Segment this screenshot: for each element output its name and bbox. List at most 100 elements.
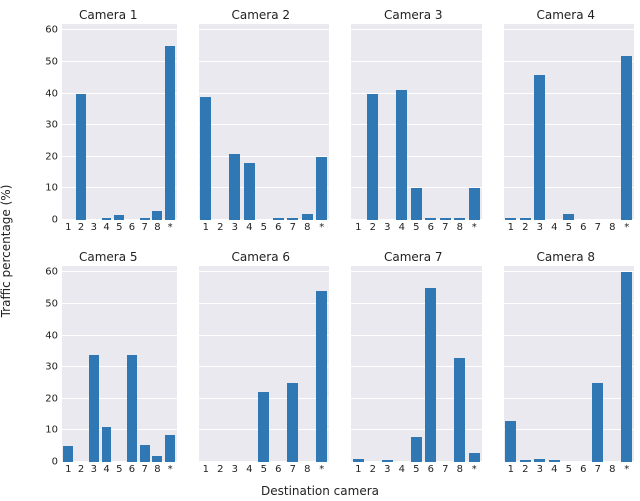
- xtick-row: 12345678*: [498, 462, 635, 478]
- xtick-label: 6: [580, 464, 586, 475]
- xtick-label: 8: [457, 464, 463, 475]
- panel-title: Camera 3: [345, 8, 482, 22]
- panel-camera-3: Camera 3 12345678*: [345, 8, 482, 236]
- xtick-label: 2: [78, 222, 84, 233]
- xtick-label: 7: [142, 222, 148, 233]
- panel-title: Camera 6: [193, 250, 330, 264]
- bar: [469, 188, 480, 220]
- xtick-label: 5: [116, 464, 122, 475]
- xtick-label: *: [472, 222, 477, 233]
- xtick-label: 3: [232, 222, 238, 233]
- xtick-label: *: [319, 464, 324, 475]
- ytick-label: 60: [45, 267, 58, 278]
- xticks: 12345678*: [504, 220, 635, 236]
- ytick-label: 10: [45, 425, 58, 436]
- xtick-label: 7: [595, 222, 601, 233]
- bars: [62, 266, 177, 462]
- xtick-row: 12345678*: [498, 220, 635, 236]
- xtick-label: 7: [290, 222, 296, 233]
- bar: [140, 445, 150, 462]
- xtick-label: 2: [522, 464, 528, 475]
- xticks: 12345678*: [199, 462, 330, 478]
- xtick-label: 8: [609, 464, 615, 475]
- xtick-label: 6: [275, 464, 281, 475]
- axes: 0102030405060: [40, 266, 177, 462]
- xtick-label: 2: [370, 222, 376, 233]
- bar: [89, 355, 99, 462]
- xticks: 12345678*: [351, 462, 482, 478]
- panel-grid: Camera 1010203040506012345678*Camera 212…: [40, 8, 634, 478]
- xtick-label: 6: [428, 222, 434, 233]
- xtick-label: *: [168, 222, 173, 233]
- bars: [199, 24, 330, 220]
- xtick-label: 4: [246, 464, 252, 475]
- panel-title: Camera 8: [498, 250, 635, 264]
- axes: [345, 24, 482, 220]
- xtick-label: 2: [217, 464, 223, 475]
- xtick-label: 4: [399, 222, 405, 233]
- xtick-label: 1: [355, 464, 361, 475]
- bar: [316, 157, 327, 220]
- bar: [258, 392, 269, 462]
- xtick-label: *: [472, 464, 477, 475]
- xtick-row: 12345678*: [345, 462, 482, 478]
- xtick-label: 4: [399, 464, 405, 475]
- xtick-label: 6: [580, 222, 586, 233]
- bar: [411, 188, 422, 220]
- xtick-label: 2: [370, 464, 376, 475]
- panel-camera-8: Camera 8 12345678*: [498, 250, 635, 478]
- xticks: 12345678*: [199, 220, 330, 236]
- xtick-label: *: [168, 464, 173, 475]
- ytick-label: 60: [45, 25, 58, 36]
- xtick-label: 3: [537, 222, 543, 233]
- bar: [621, 272, 632, 462]
- plot-area: [351, 266, 482, 462]
- ytick-label: 20: [45, 151, 58, 162]
- xtick-label: 6: [275, 222, 281, 233]
- bar: [287, 383, 298, 462]
- xtick-label: 5: [413, 464, 419, 475]
- xtick-row: 12345678*: [40, 220, 177, 236]
- xtick-label: 7: [442, 222, 448, 233]
- axes: [193, 266, 330, 462]
- xtick-label: 7: [290, 464, 296, 475]
- panel-camera-4: Camera 412345678*: [498, 8, 635, 236]
- xtick-label: 2: [522, 222, 528, 233]
- ytick-label: 50: [45, 298, 58, 309]
- ytick-label: 30: [45, 120, 58, 131]
- ytick-label: 20: [45, 393, 58, 404]
- bars: [62, 24, 177, 220]
- axes: [345, 266, 482, 462]
- xticks: 12345678*: [351, 220, 482, 236]
- bar: [244, 163, 255, 220]
- xtick-label: 1: [355, 222, 361, 233]
- bar: [592, 383, 603, 462]
- panel-camera-7: Camera 712345678*: [345, 250, 482, 478]
- bars: [504, 24, 635, 220]
- xtick-label: *: [624, 222, 629, 233]
- xtick-label: 2: [217, 222, 223, 233]
- bar: [621, 56, 632, 220]
- plot-area: [504, 266, 635, 462]
- xtick-label: 1: [508, 222, 514, 233]
- xtick-label: 4: [246, 222, 252, 233]
- figure: Traffic percentage (%) Destination camer…: [0, 0, 640, 501]
- axes: 0102030405060: [40, 24, 177, 220]
- xtick-label: 3: [232, 464, 238, 475]
- xtick-label: 3: [384, 222, 390, 233]
- bar: [454, 358, 465, 462]
- bar: [316, 291, 327, 462]
- ytick-label: 40: [45, 330, 58, 341]
- panel-title: Camera 2: [193, 8, 330, 22]
- xtick-row: 12345678*: [193, 220, 330, 236]
- panel-camera-1: Camera 1010203040506012345678*: [40, 8, 177, 236]
- xtick-label: 1: [203, 464, 209, 475]
- xtick-label: 3: [91, 464, 97, 475]
- bar: [102, 427, 112, 462]
- xtick-label: 8: [609, 222, 615, 233]
- bars: [351, 24, 482, 220]
- bar: [505, 421, 516, 462]
- xtick-label: 4: [103, 464, 109, 475]
- xtick-label: 1: [508, 464, 514, 475]
- xtick-label: *: [319, 222, 324, 233]
